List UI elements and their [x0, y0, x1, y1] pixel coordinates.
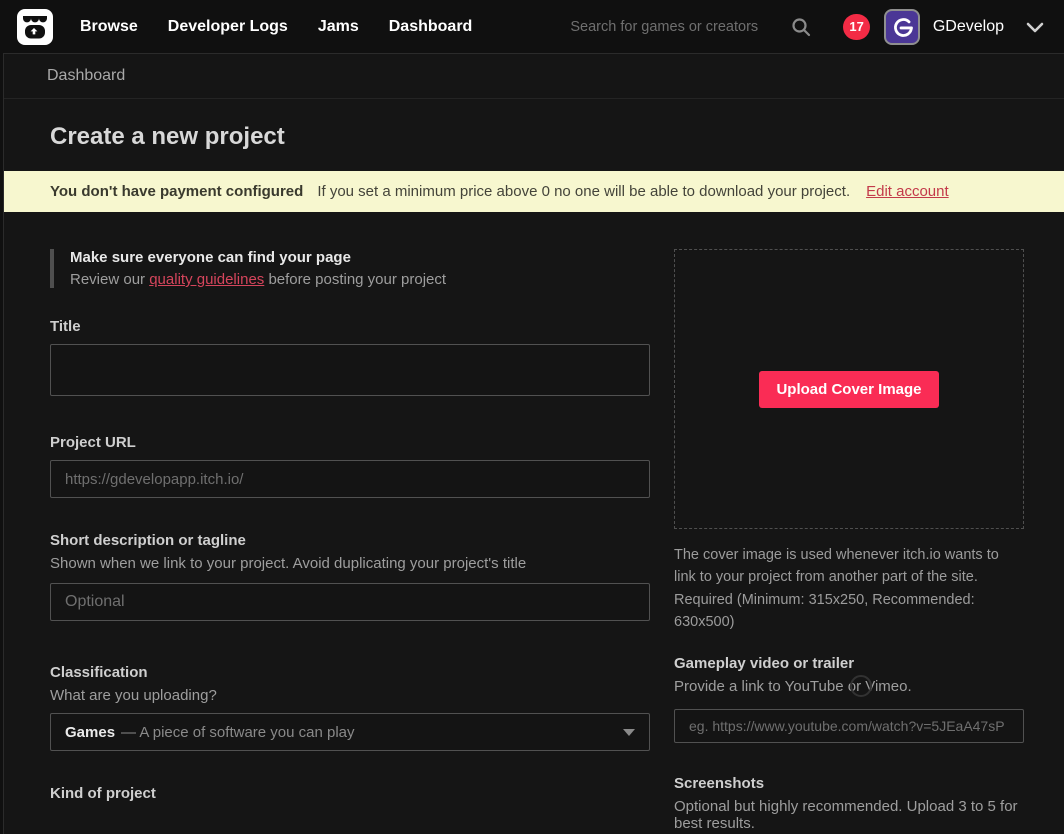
nav-link-jams[interactable]: Jams — [318, 18, 359, 36]
page-container: Dashboard Create a new project You don't… — [3, 53, 1064, 834]
breadcrumb[interactable]: Dashboard — [47, 67, 125, 85]
form-column: Make sure everyone can find your page Re… — [50, 249, 650, 832]
short-description-help: Shown when we link to your project. Avoi… — [50, 555, 650, 572]
media-column: Upload Cover Image The cover image is us… — [674, 249, 1024, 832]
payment-warning-banner: You don't have payment configured If you… — [4, 171, 1064, 212]
nav-right: 17 GDevelop — [570, 9, 1046, 45]
page-title: Create a new project — [50, 123, 1064, 151]
cover-image-help: The cover image is used whenever itch.io… — [674, 544, 1024, 634]
search-input[interactable] — [570, 19, 785, 35]
banner-text: If you set a minimum price above 0 no on… — [317, 183, 850, 200]
search-icon[interactable] — [791, 17, 811, 37]
nav-link-developer-logs[interactable]: Developer Logs — [168, 18, 288, 36]
page-header: Create a new project — [4, 99, 1064, 171]
screenshots-help: Optional but highly recommended. Upload … — [674, 798, 1024, 832]
screenshots-label: Screenshots — [674, 775, 1024, 792]
quality-guidelines-link[interactable]: quality guidelines — [149, 271, 264, 288]
username-label[interactable]: GDevelop — [933, 18, 1004, 36]
gameplay-video-label: Gameplay video or trailer — [674, 655, 1024, 672]
quality-note-title: Make sure everyone can find your page — [70, 249, 650, 266]
short-description-input[interactable] — [50, 583, 650, 621]
gdevelop-logo-icon — [887, 12, 917, 42]
title-input[interactable] — [50, 344, 650, 396]
classification-value: Games — [65, 724, 115, 741]
cover-image-dropzone[interactable]: Upload Cover Image — [674, 249, 1024, 529]
classification-select[interactable]: Games — A piece of software you can play — [50, 713, 650, 751]
quality-note-after: before posting your project — [264, 271, 446, 288]
classification-desc: — A piece of software you can play — [121, 724, 354, 741]
title-label: Title — [50, 318, 650, 335]
gameplay-video-input[interactable] — [674, 709, 1024, 743]
classification-label: Classification — [50, 664, 650, 681]
itchio-logo-icon[interactable] — [16, 8, 54, 46]
user-avatar[interactable] — [884, 9, 920, 45]
upload-cover-image-button[interactable]: Upload Cover Image — [759, 371, 938, 408]
edit-account-link[interactable]: Edit account — [866, 183, 949, 200]
quality-note: Make sure everyone can find your page Re… — [50, 249, 650, 288]
chevron-down-icon[interactable] — [1024, 16, 1046, 38]
notification-badge[interactable]: 17 — [843, 14, 869, 40]
nav-link-browse[interactable]: Browse — [80, 18, 138, 36]
project-url-label: Project URL — [50, 434, 650, 451]
caret-down-icon — [623, 729, 635, 736]
gameplay-video-help-text: Provide a link to YouTube or Vimeo. — [674, 678, 912, 695]
short-description-label: Short description or tagline — [50, 532, 650, 549]
main-content: Make sure everyone can find your page Re… — [4, 212, 1064, 832]
classification-help: What are you uploading? — [50, 687, 650, 704]
gameplay-video-help: Provide a link to YouTube or Vimeo. — [674, 678, 1024, 695]
banner-bold-text: You don't have payment configured — [50, 183, 303, 200]
breadcrumb-row: Dashboard — [4, 54, 1064, 99]
nav-links: Browse Developer Logs Jams Dashboard — [80, 18, 472, 36]
quality-note-sub: Review our quality guidelines before pos… — [70, 271, 650, 288]
quality-note-before: Review our — [70, 271, 149, 288]
project-url-input[interactable] — [50, 460, 650, 498]
kind-of-project-label: Kind of project — [50, 785, 650, 802]
nav-link-dashboard[interactable]: Dashboard — [389, 18, 473, 36]
top-nav: Browse Developer Logs Jams Dashboard 17 … — [0, 0, 1064, 53]
